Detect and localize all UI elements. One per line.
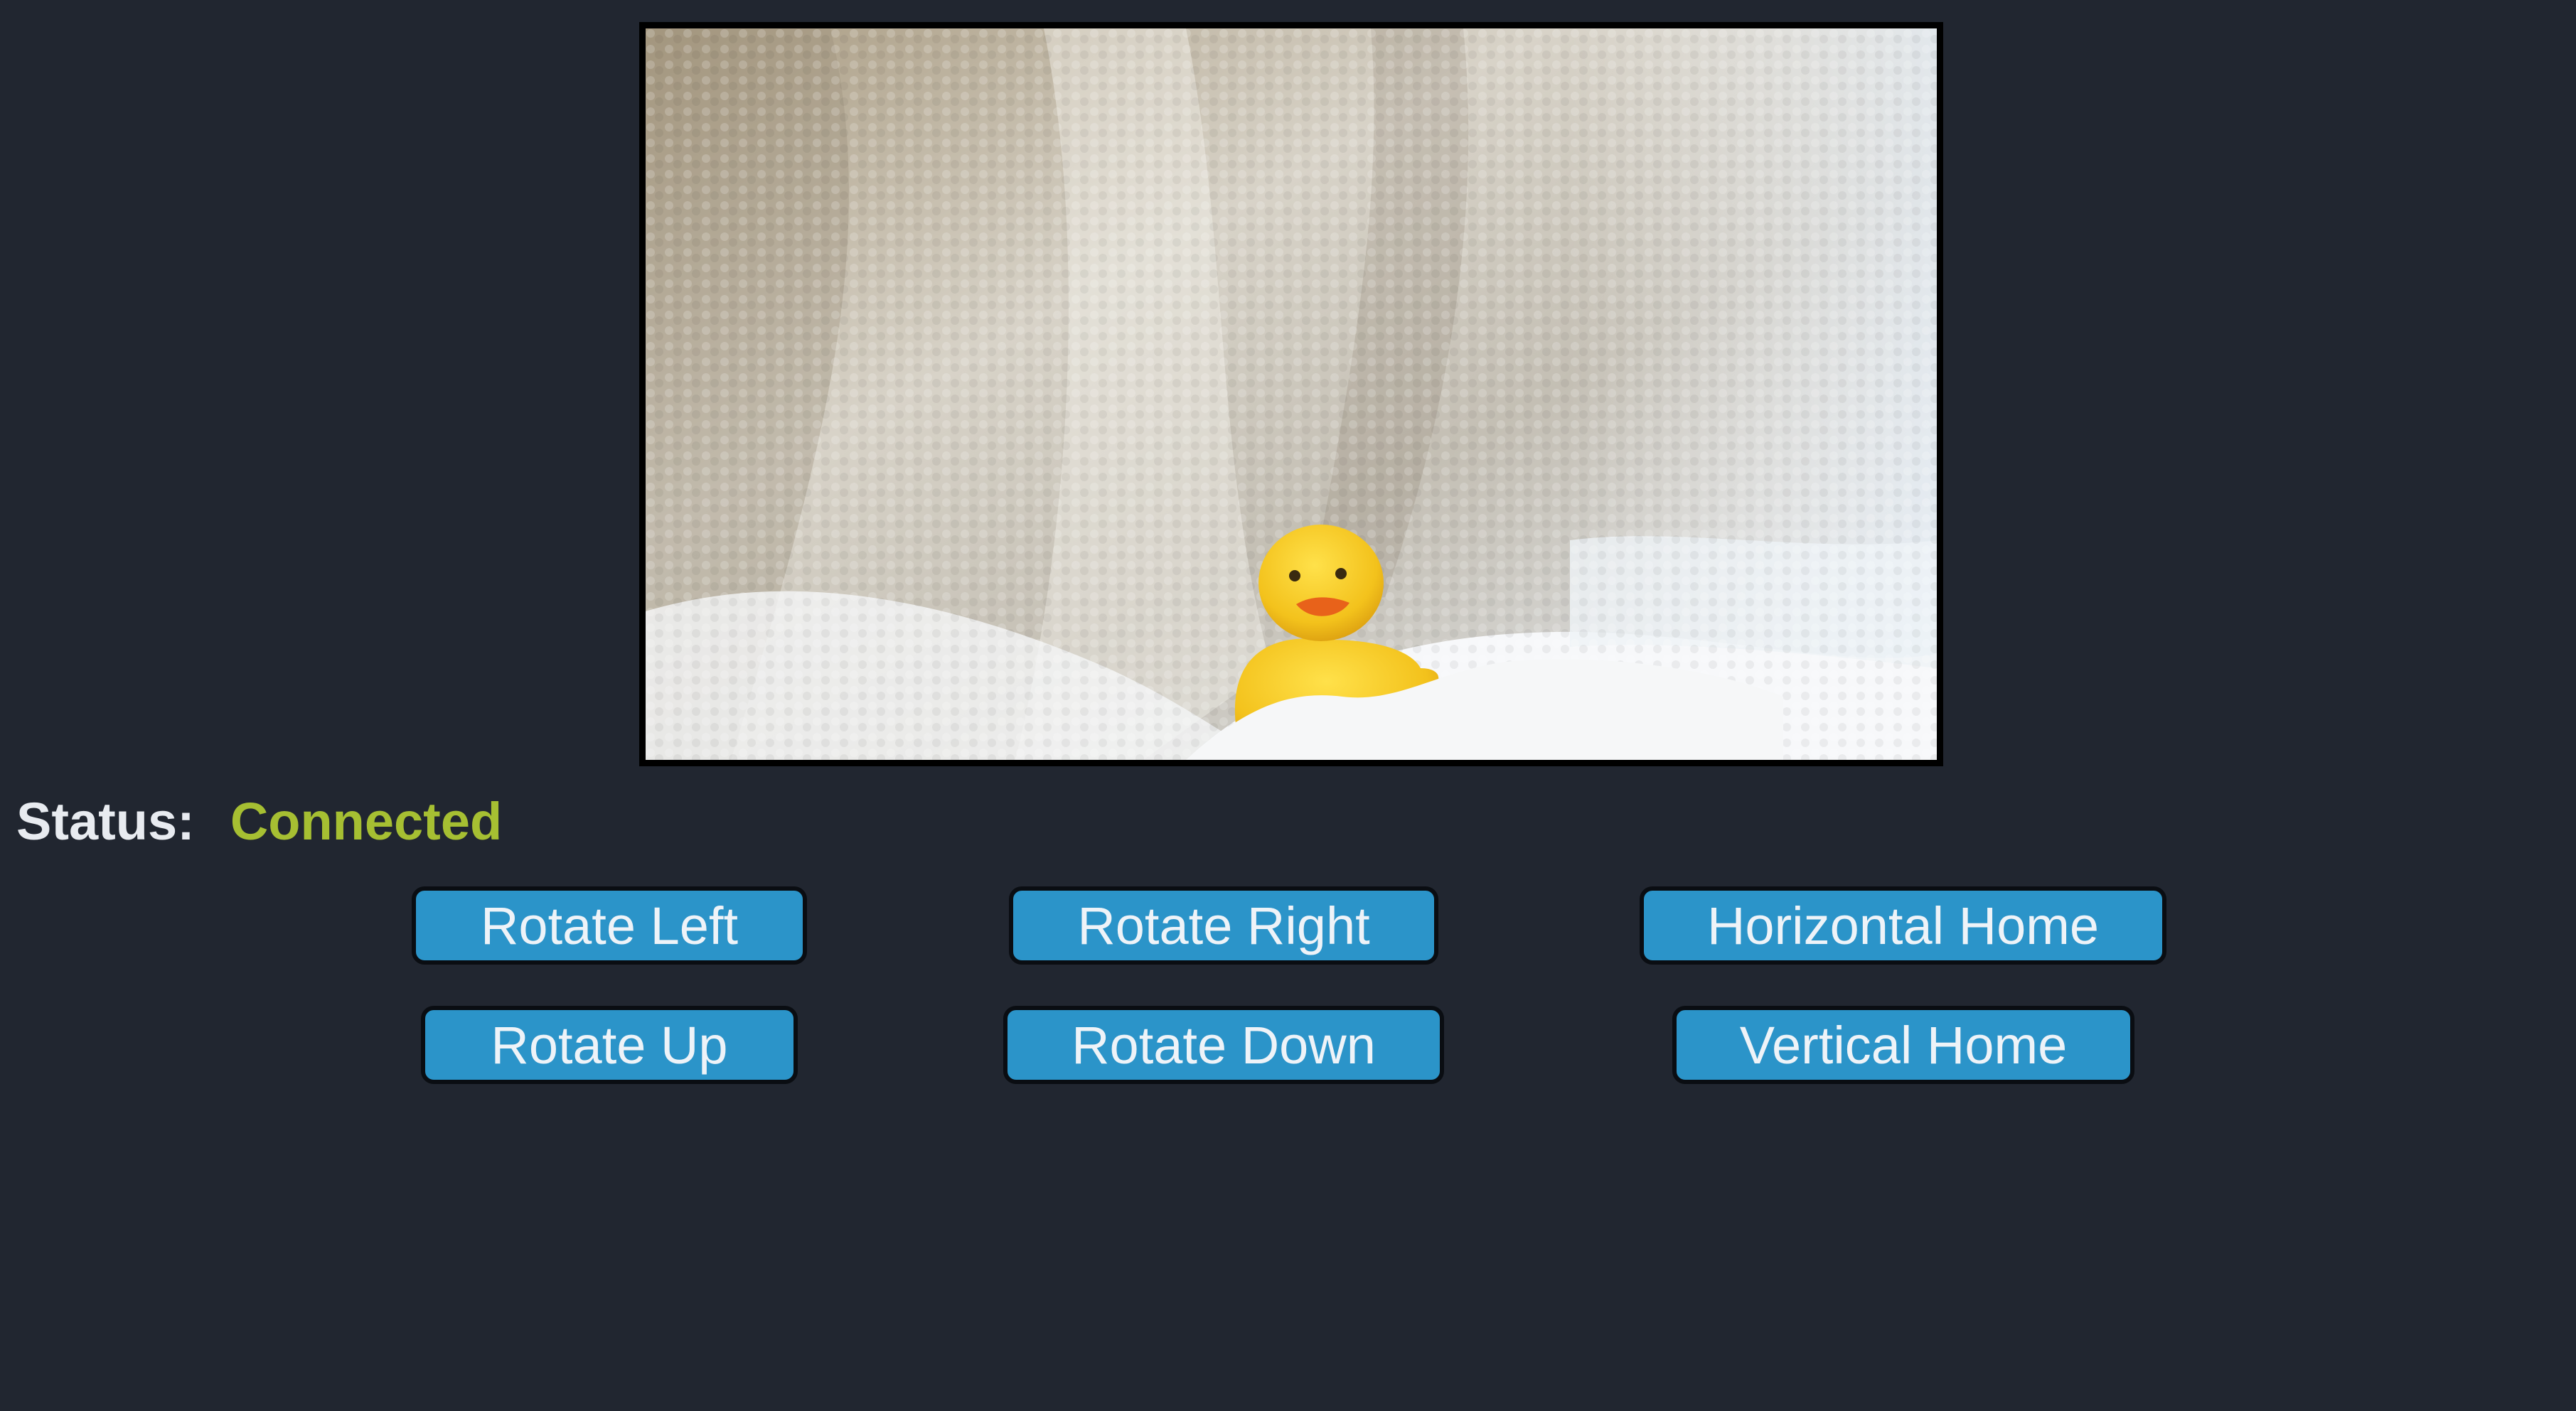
vertical-home-button[interactable]: Vertical Home bbox=[1672, 1006, 2134, 1084]
camera-image bbox=[646, 28, 1937, 760]
rotate-left-button[interactable]: Rotate Left bbox=[412, 886, 807, 965]
rotate-down-button[interactable]: Rotate Down bbox=[1003, 1006, 1444, 1084]
status-label: Status: bbox=[16, 791, 195, 851]
camera-feed bbox=[639, 22, 1943, 766]
horizontal-home-button[interactable]: Horizontal Home bbox=[1640, 886, 2166, 965]
rotate-up-button[interactable]: Rotate Up bbox=[421, 1006, 798, 1084]
status-value: Connected bbox=[230, 791, 503, 851]
status-row: Status: Connected bbox=[16, 785, 502, 857]
rotate-right-button[interactable]: Rotate Right bbox=[1009, 886, 1438, 965]
